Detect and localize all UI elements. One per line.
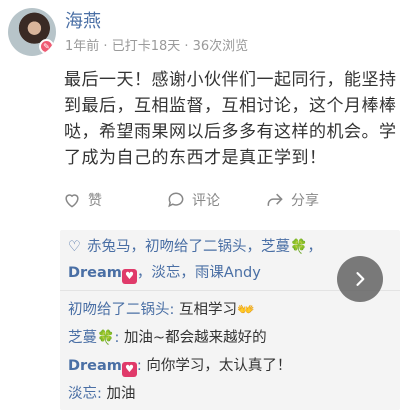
- likes-list: ♡ 赤兔马，初吻给了二锅头，芝蔓🍀， Dream ♥ ，淡忘，雨课Andy: [68, 239, 322, 284]
- next-button[interactable]: [337, 256, 383, 302]
- liker-name[interactable]: 赤兔马: [87, 239, 131, 255]
- heart-emoji-icon: ♥: [121, 269, 137, 284]
- speech-bubble-icon: [168, 192, 184, 208]
- like-label: 赞: [88, 193, 102, 209]
- comment-item[interactable]: 初吻给了二锅头: 互相学习👐: [68, 298, 254, 322]
- comment-text: 加油~都会越来越好的: [123, 330, 267, 346]
- post-meta: 1年前 已打卡18天 36次浏览: [65, 38, 248, 56]
- view-count: 36次浏览: [184, 39, 248, 54]
- comment-label: 评论: [192, 193, 220, 209]
- commenter-name[interactable]: 初吻给了二锅头: [68, 302, 170, 318]
- action-bar: 赞 评论 分享: [60, 184, 400, 216]
- comment-item[interactable]: 芝蔓🍀: 加油~都会越来越好的: [68, 326, 267, 350]
- avatar-badge-icon: ✎: [39, 39, 54, 54]
- commenter-name[interactable]: Dream: [68, 358, 122, 374]
- checkin-days: 已打卡18天: [103, 39, 180, 54]
- interaction-panel: ♡ 赤兔马，初吻给了二锅头，芝蔓🍀， Dream ♥ ，淡忘，雨课Andy 初吻给了二…: [60, 230, 400, 410]
- clover-icon: 🍀: [290, 239, 308, 255]
- liker-name[interactable]: 雨课Andy: [195, 265, 261, 281]
- post-content: 最后一天！感谢小伙伴们一起同行，能坚持到最后，互相监督，互相讨论，这个月棒棒哒，…: [64, 70, 397, 168]
- post-time: 1年前: [65, 39, 100, 54]
- share-button[interactable]: 分享: [265, 184, 319, 216]
- heart-outline-icon: [65, 194, 79, 208]
- chevron-right-icon: [356, 272, 365, 286]
- clapping-hands-icon: 👐: [237, 302, 255, 318]
- liker-name[interactable]: 芝蔓: [261, 239, 290, 255]
- like-button[interactable]: 赞: [62, 184, 102, 216]
- comment-item[interactable]: 淡忘: 加油: [68, 382, 136, 406]
- comment-text: 向你学习，太认真了！: [146, 358, 292, 374]
- commenter-name[interactable]: 淡忘: [68, 386, 97, 402]
- heart-emoji-icon: ♥: [121, 362, 137, 377]
- clover-icon: 🍀: [97, 330, 115, 346]
- comment-button[interactable]: 评论: [166, 184, 220, 216]
- liker-name[interactable]: 初吻给了二锅头: [145, 239, 247, 255]
- share-arrow-icon: [267, 193, 283, 206]
- share-label: 分享: [291, 193, 319, 209]
- heart-outline-icon: ♡: [68, 239, 81, 255]
- liker-name[interactable]: 淡忘: [151, 265, 180, 281]
- comment-text: 加油: [106, 386, 136, 402]
- author-name[interactable]: 海燕: [65, 10, 101, 34]
- comment-item[interactable]: Dream ♥: 向你学习，太认真了！: [68, 354, 291, 378]
- avatar[interactable]: ✎: [8, 8, 56, 56]
- liker-name[interactable]: Dream: [68, 265, 122, 281]
- comment-text: 互相学习: [179, 302, 237, 318]
- commenter-name[interactable]: 芝蔓: [68, 330, 97, 346]
